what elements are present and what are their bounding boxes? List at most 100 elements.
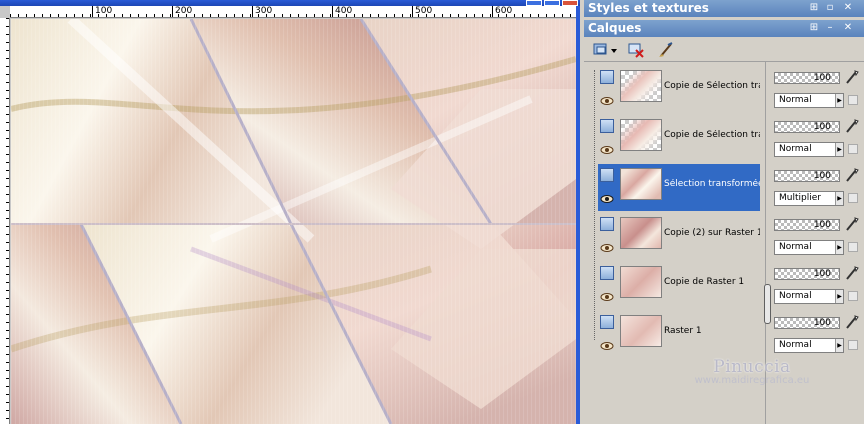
app-window: 100 200 300 400 500 600 Styles et textur… (0, 0, 864, 424)
visibility-eye-icon[interactable] (600, 145, 614, 155)
lock-icon[interactable] (848, 193, 858, 203)
blend-mode-select[interactable]: Normal ▶ (774, 93, 844, 108)
lock-icon[interactable] (848, 95, 858, 105)
blend-mode-select[interactable]: Normal ▶ (774, 289, 844, 304)
blend-mode-value: Normal (779, 291, 812, 301)
brush-icon[interactable] (844, 118, 860, 134)
brush-icon[interactable] (844, 167, 860, 183)
horizontal-ruler: 100 200 300 400 500 600 (10, 6, 576, 18)
visibility-eye-icon[interactable] (600, 194, 614, 204)
pin-icon[interactable]: ⊞ (808, 22, 820, 34)
layer-properties-row: 100 Normal ▶ (772, 213, 864, 260)
opacity-field[interactable]: 100 (774, 72, 840, 84)
blend-mode-select[interactable]: Normal ▶ (774, 142, 844, 157)
layers-toolbar (584, 38, 864, 62)
blend-mode-value: Normal (779, 340, 812, 350)
pin-icon[interactable]: ⊞ (808, 2, 820, 14)
layer-properties-row: 100 Normal ▶ (772, 262, 864, 309)
raster-layer-icon (600, 119, 614, 133)
new-layer-button[interactable] (590, 40, 620, 60)
delete-layer-button[interactable] (626, 40, 646, 60)
close-icon[interactable]: ✕ (842, 2, 854, 14)
ruler-label: 600 (492, 6, 512, 17)
raster-layer-icon (600, 315, 614, 329)
raster-layer-icon (600, 168, 614, 182)
lock-icon[interactable] (848, 242, 858, 252)
layer-row[interactable]: Raster 1 (598, 311, 760, 358)
layer-name[interactable]: Copie de Sélection tran (664, 81, 760, 91)
blend-mode-select[interactable]: Multiplier ▶ (774, 191, 844, 206)
blend-mode-select[interactable]: Normal ▶ (774, 338, 844, 353)
dropdown-arrow-icon[interactable]: ▶ (835, 241, 843, 254)
panel-splitter[interactable] (764, 284, 771, 324)
blend-mode-value: Normal (779, 144, 812, 154)
blend-mode-value: Multiplier (779, 193, 821, 203)
lock-icon[interactable] (848, 291, 858, 301)
ruler-label: 400 (332, 6, 352, 17)
opacity-field[interactable]: 100 (774, 121, 840, 133)
layer-thumbnail (620, 119, 662, 151)
layer-thumbnail (620, 315, 662, 347)
watermark-name: Pinuccia (713, 357, 791, 377)
styles-panel-titlebar[interactable]: Styles et textures ⊞ ▫ ✕ (584, 0, 864, 17)
dropdown-arrow-icon[interactable]: ▶ (835, 143, 843, 156)
ruler-label: 300 (252, 6, 272, 17)
ruler-label: 100 (92, 6, 112, 17)
layer-row[interactable]: Copie (2) sur Raster 1 (598, 213, 760, 260)
layer-name[interactable]: Copie de Raster 1 (664, 277, 760, 287)
mask-tool-button[interactable] (656, 40, 676, 60)
opacity-field[interactable]: 100 (774, 268, 840, 280)
layer-name[interactable]: Copie (2) sur Raster 1 (664, 228, 760, 238)
opacity-field[interactable]: 100 (774, 219, 840, 231)
visibility-eye-icon[interactable] (600, 96, 614, 106)
opacity-field[interactable]: 100 (774, 317, 840, 329)
lock-icon[interactable] (848, 144, 858, 154)
layer-name[interactable]: Raster 1 (664, 326, 760, 336)
artwork-graphic (11, 19, 576, 424)
layer-name[interactable]: Sélection transformée (664, 179, 760, 189)
raster-layer-icon (600, 70, 614, 84)
layer-row-selected[interactable]: Sélection transformée (598, 164, 760, 211)
layer-properties-row: 100 Multiplier ▶ (772, 164, 864, 211)
watermark-url: www.maidiregrafica.eu (694, 375, 810, 386)
layers-panel-title: Calques (588, 21, 642, 35)
layer-row[interactable]: Copie de Sélection tran (598, 115, 760, 162)
new-layer-icon (593, 43, 617, 55)
close-icon[interactable]: ✕ (842, 22, 854, 34)
layer-thumbnail (620, 70, 662, 102)
dropdown-arrow-icon[interactable]: ▶ (835, 290, 843, 303)
layer-thumbnail (620, 217, 662, 249)
restore-icon[interactable]: ▫ (824, 2, 836, 14)
dropdown-arrow-icon[interactable]: ▶ (835, 94, 843, 107)
opacity-field[interactable]: 100 (774, 170, 840, 182)
brush-icon[interactable] (844, 216, 860, 232)
document-window: 100 200 300 400 500 600 (0, 0, 580, 424)
brush-icon[interactable] (844, 69, 860, 85)
layer-row[interactable]: Copie de Raster 1 (598, 262, 760, 309)
ruler-label: 200 (172, 6, 192, 17)
ruler-label: 500 (412, 6, 432, 17)
vertical-ruler (0, 18, 10, 424)
brush-icon[interactable] (844, 265, 860, 281)
raster-layer-icon (600, 266, 614, 280)
blend-mode-select[interactable]: Normal ▶ (774, 240, 844, 255)
watermark: Pinuccia www.maidiregrafica.eu (682, 357, 822, 386)
layer-row[interactable]: Copie de Sélection tran (598, 66, 760, 113)
layers-panel-titlebar[interactable]: Calques ⊞ – ✕ (584, 20, 864, 37)
dropdown-arrow-icon[interactable]: ▶ (835, 339, 843, 352)
delete-layer-icon (628, 43, 644, 58)
visibility-eye-icon[interactable] (600, 341, 614, 351)
visibility-eye-icon[interactable] (600, 243, 614, 253)
canvas-image[interactable] (11, 19, 576, 424)
blend-mode-value: Normal (779, 95, 812, 105)
minimize-icon[interactable]: – (824, 22, 836, 34)
edit-brush-icon (659, 42, 673, 57)
layer-properties-row: 100 Normal ▶ (772, 66, 864, 113)
brush-icon[interactable] (844, 314, 860, 330)
visibility-eye-icon[interactable] (600, 292, 614, 302)
styles-panel-title: Styles et textures (588, 1, 709, 15)
layer-name[interactable]: Copie de Sélection tran (664, 130, 760, 140)
lock-icon[interactable] (848, 340, 858, 350)
dropdown-arrow-icon[interactable]: ▶ (835, 192, 843, 205)
tree-connector (594, 70, 595, 340)
